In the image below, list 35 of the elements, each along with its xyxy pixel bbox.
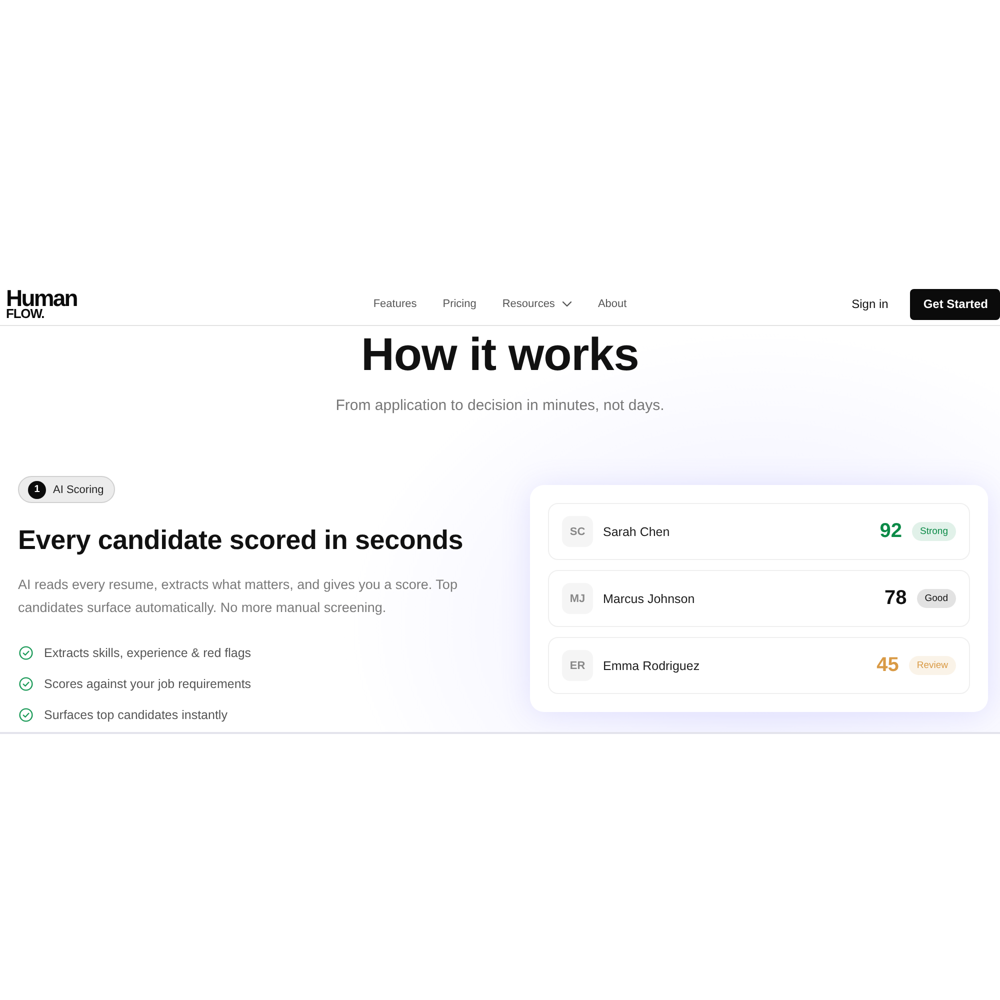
score-value: 92	[880, 520, 902, 543]
candidate-row[interactable]: ER Emma Rodriguez 45 Review	[548, 637, 970, 694]
feature-text: Extracts skills, experience & red flags	[44, 646, 252, 660]
logo[interactable]: Human FLOW.	[0, 288, 77, 320]
status-badge: Good	[916, 589, 956, 608]
feature-text: Scores against your job requirements	[44, 676, 252, 690]
check-circle-icon	[19, 708, 33, 722]
initials-avatar: ER	[562, 650, 593, 681]
check-circle-icon	[19, 676, 33, 690]
caret-icon	[562, 301, 572, 307]
status-badge: Review	[908, 656, 956, 675]
feature-text: Surfaces top candidates instantly	[44, 708, 228, 722]
get-started-button[interactable]: Get Started	[910, 288, 1000, 320]
section-subtitle: From application to decision in minutes, not days.	[334, 396, 666, 416]
score-value: 45	[876, 654, 899, 677]
candidate-name: Emma Rodriguez	[603, 658, 701, 672]
sign-in-link[interactable]: Sign in	[852, 297, 888, 311]
step-number: 1	[28, 480, 46, 498]
nav-link[interactable]: Features	[373, 298, 417, 310]
candidate-name: Marcus Johnson	[603, 592, 696, 606]
check-circle-icon	[19, 646, 33, 660]
nav-link[interactable]: Pricing	[442, 298, 476, 310]
nav-dropdown-link[interactable]: Resources	[502, 298, 572, 310]
initials-avatar: SC	[562, 516, 593, 547]
nav-link[interactable]: About	[598, 298, 627, 310]
candidate-row[interactable]: SC Sarah Chen 92 Strong	[548, 503, 970, 560]
candidate-row[interactable]: MJ Marcus Johnson 78 Good	[548, 570, 970, 627]
initials-avatar: MJ	[562, 583, 593, 614]
step-description: AI reads every resume, extracts what matters, and gives you a score. Top candidates surface automatically. No more manual screening.	[18, 576, 458, 617]
step-label: AI Scoring	[53, 484, 104, 496]
score-value: 78	[884, 587, 907, 610]
step-heading: Every candidate scored in seconds	[18, 524, 464, 557]
status-badge: Strong	[912, 522, 956, 541]
candidate-name: Sarah Chen	[603, 524, 671, 538]
section-title: How it works	[360, 328, 640, 380]
